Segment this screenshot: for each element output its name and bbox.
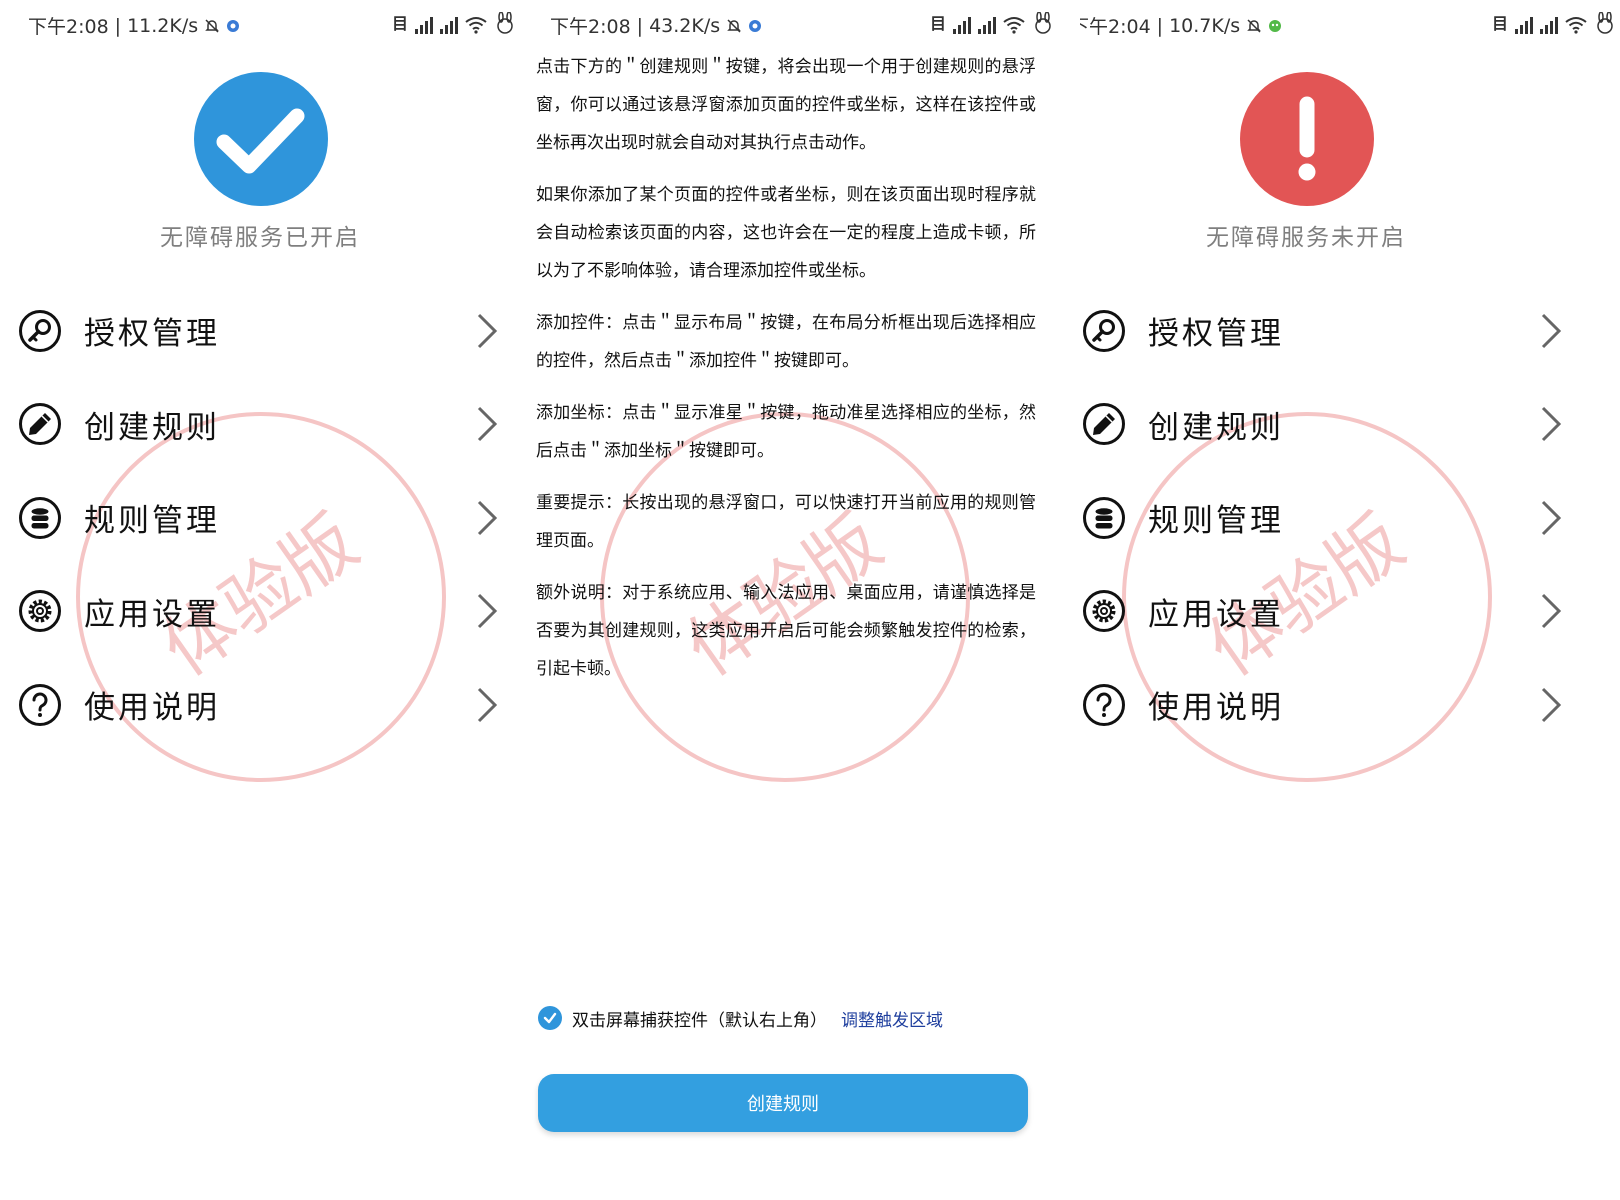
rule-instructions: 点击下方的＂创建规则＂按键，将会出现一个用于创建规则的悬浮窗，你可以通过该悬浮窗…: [536, 48, 1036, 702]
vibrate-icon: 目: [929, 14, 946, 33]
status-bar: 下午2:04 | 10.7K/s 目: [1080, 0, 1620, 48]
capture-checkbox[interactable]: [538, 1006, 562, 1030]
instruction-paragraph: 添加控件：点击＂显示布局＂按键，在布局分析框出现后选择相应的控件，然后点击＂添加…: [536, 313, 1036, 371]
check-icon: [543, 1012, 557, 1024]
create-rule-button[interactable]: 创建规则: [538, 1074, 1028, 1132]
menu-label: 创建规则: [1148, 409, 1284, 446]
chevron-right-icon: [1541, 313, 1562, 348]
service-enabled-badge: [194, 72, 328, 206]
database-icon: [19, 496, 61, 539]
instruction-paragraph: 添加坐标：点击＂显示准星＂按键，拖动准星选择相应的坐标，然后点击＂添加坐标＂按键…: [536, 403, 1036, 461]
signal-icon-2: [440, 16, 458, 34]
wifi-icon: [1565, 16, 1587, 34]
status-bar: 下午2:08 | 11.2K/s 目: [0, 0, 540, 48]
service-status-text: 无障碍服务已开启: [160, 225, 360, 251]
menu-label: 使用说明: [1148, 690, 1284, 727]
app-notification-icon: [226, 19, 240, 33]
menu-item-authorization[interactable]: 授权管理: [1080, 284, 1604, 378]
network-speed: 11.2K/s: [127, 14, 199, 37]
menu-label: 应用设置: [84, 596, 220, 633]
menu-item-create-rule[interactable]: 创建规则: [0, 378, 540, 472]
menu-label: 应用设置: [1148, 596, 1284, 633]
chevron-right-icon: [477, 407, 498, 442]
instruction-paragraph: 额外说明：对于系统应用、输入法应用、桌面应用，请谨慎选择是否要为其创建规则，这类…: [536, 583, 1036, 679]
double-tap-capture-option: 双击屏幕捕获控件（默认右上角） 调整触发区域: [538, 1002, 943, 1034]
database-icon: [1083, 496, 1125, 539]
menu-label: 创建规则: [84, 409, 220, 446]
signal-icon: [1515, 16, 1533, 34]
key-icon: [19, 309, 61, 352]
instruction-paragraph: 如果你添加了某个页面的控件或者坐标，则在该页面出现时程序就会自动检索该页面的内容…: [536, 185, 1036, 281]
signal-icon-2: [1540, 16, 1558, 34]
menu-item-help[interactable]: 使用说明: [0, 658, 540, 752]
help-icon: [1083, 683, 1125, 726]
menu-label: 使用说明: [84, 690, 220, 727]
instruction-paragraph: 重要提示：长按出现的悬浮窗口，可以快速打开当前应用的规则管理页面。: [536, 493, 1036, 551]
menu-item-create-rule[interactable]: 创建规则: [1080, 378, 1604, 472]
chevron-right-icon: [1541, 594, 1562, 629]
status-time: 下午2:08: [550, 16, 631, 38]
app-notification-icon: [748, 19, 762, 33]
service-status-text: 无障碍服务未开启: [1206, 225, 1406, 251]
network-speed: 10.7K/s: [1169, 14, 1241, 37]
chevron-right-icon: [477, 500, 498, 535]
check-icon: [216, 108, 305, 174]
help-icon: [19, 683, 61, 726]
pencil-icon: [19, 403, 61, 446]
adjust-trigger-area-link[interactable]: 调整触发区域: [841, 1006, 943, 1031]
gear-icon: [1083, 590, 1125, 633]
vibrate-icon: 目: [391, 14, 408, 33]
chevron-right-icon: [1541, 687, 1562, 722]
signal-icon-2: [978, 16, 996, 34]
main-menu: 授权管理 创建规则 规则管理 应用设置 使用说明: [1080, 284, 1604, 752]
menu-item-help[interactable]: 使用说明: [1080, 658, 1604, 752]
chevron-right-icon: [1541, 500, 1562, 535]
menu-label: 规则管理: [1148, 503, 1284, 540]
menu-label: 规则管理: [84, 503, 220, 540]
chevron-right-icon: [477, 313, 498, 348]
menu-item-app-settings[interactable]: 应用设置: [0, 565, 540, 659]
menu-item-app-settings[interactable]: 应用设置: [1080, 565, 1604, 659]
key-icon: [1083, 309, 1125, 352]
chevron-right-icon: [1541, 407, 1562, 442]
status-bar: 下午2:08 | 43.2K/s 目: [540, 0, 1080, 48]
wechat-notification-icon: [1268, 19, 1282, 33]
mute-bell-icon: [726, 18, 742, 34]
service-disabled-badge: [1240, 72, 1374, 206]
main-menu: 授权管理 创建规则 规则管理 应用设置 使用说明: [0, 284, 540, 752]
menu-label: 授权管理: [84, 316, 220, 353]
mute-bell-icon: [1246, 18, 1262, 34]
network-speed: 43.2K/s: [649, 14, 721, 37]
screen-service-disabled: 下午2:04 | 10.7K/s 目 无障碍服务未: [1080, 0, 1620, 1200]
vibrate-icon: 目: [1491, 14, 1508, 33]
battery-bunny-icon: [494, 12, 516, 34]
gear-icon: [19, 590, 61, 633]
signal-icon: [953, 16, 971, 34]
menu-item-authorization[interactable]: 授权管理: [0, 284, 540, 378]
battery-bunny-icon: [1032, 12, 1054, 34]
chevron-right-icon: [477, 687, 498, 722]
pencil-icon: [1083, 403, 1125, 446]
exclamation-icon: [1298, 96, 1316, 181]
screen-service-enabled: 下午2:08 | 11.2K/s 目 无障碍服务已开启 体验版 授权管理 创建规…: [0, 0, 540, 1200]
capture-option-label[interactable]: 双击屏幕捕获控件（默认右上角）: [572, 1006, 827, 1031]
chevron-right-icon: [477, 594, 498, 629]
instruction-paragraph: 点击下方的＂创建规则＂按键，将会出现一个用于创建规则的悬浮窗，你可以通过该悬浮窗…: [536, 57, 1036, 153]
battery-bunny-icon: [1594, 12, 1616, 34]
wifi-icon: [465, 16, 487, 34]
signal-icon: [415, 16, 433, 34]
menu-label: 授权管理: [1148, 316, 1284, 353]
menu-item-rule-management[interactable]: 规则管理: [0, 471, 540, 565]
mute-bell-icon: [204, 18, 220, 34]
menu-item-rule-management[interactable]: 规则管理: [1080, 471, 1604, 565]
status-time: 下午2:04: [1080, 16, 1151, 38]
status-time: 下午2:08: [28, 16, 109, 38]
wifi-icon: [1003, 16, 1025, 34]
